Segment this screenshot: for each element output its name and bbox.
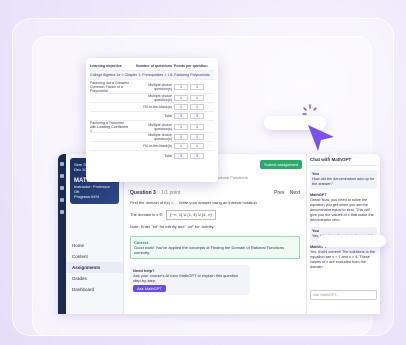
table-row: Factoring out a Greatest Common Factor o… [90, 80, 214, 94]
assignment-builder-table: Learning objective Number of questions P… [86, 58, 218, 182]
chat-message-bot: MathGPT Yes, that's correct! The solutio… [310, 245, 377, 270]
points-input[interactable]: 1 [190, 95, 204, 101]
table-header: Learning objective Number of questions P… [90, 62, 214, 71]
total-label: Total [164, 114, 172, 118]
chat-sender: MathGPT [310, 193, 327, 197]
question-count-input[interactable]: 1 [174, 95, 188, 101]
question-count-input[interactable]: 1 [174, 143, 188, 149]
question-source: Fill-in-the-blank(s) [143, 144, 172, 148]
cursor-pointer-icon [308, 125, 334, 151]
column-header: Number of questions [136, 64, 172, 68]
click-burst-icon [302, 104, 317, 115]
prev-button[interactable]: Prev [274, 190, 284, 196]
floating-pill [318, 235, 386, 247]
home-icon[interactable] [60, 174, 64, 178]
icon-rail [58, 154, 66, 314]
chat-message-text: Great! Now, you need to solve the equati… [310, 198, 374, 222]
course-instructor: Instructor: Professor Ott [74, 184, 111, 194]
question-source: Multiple choice question(s) [148, 82, 172, 91]
points-input[interactable]: 1 [190, 123, 204, 130]
chat-message-text: Yes, that's correct! The solutions to th… [310, 250, 376, 269]
objective-label: Factoring out a Greatest Common Factor o… [90, 80, 129, 93]
table-row: Fill-in-the-blank(s) 1 1 [90, 142, 214, 151]
table-row: Multiple choice question(s) 1 1 [90, 94, 214, 103]
points-input[interactable]: 1 [190, 83, 204, 90]
table-row: Multiple choice question(s) 1 1 [90, 133, 214, 142]
submit-assignment-button[interactable]: Submit assignment [259, 160, 302, 169]
book-icon[interactable] [60, 186, 64, 190]
question-source: Multiple choice question(s) [148, 133, 172, 141]
nav-assignments[interactable]: Assignments [66, 262, 123, 273]
question-count-input[interactable]: 1 [174, 83, 188, 90]
column-header: Points per question [174, 64, 208, 68]
table-row: Fill-in-the-blank(s) 1 1 [90, 103, 214, 112]
group-path: College Algebra 1e > Chapter 1: Prerequi… [90, 73, 210, 77]
chat-message-user: You How did the denominators add up for … [310, 170, 377, 189]
chat-message-bot: MathGPT Great! Now, you need to solve th… [310, 193, 377, 223]
answer-row: The domain is x ∈ (−∞, 1) ∪ (1, 4) ∪ (4,… [130, 210, 300, 220]
chat-panel: Chat with MathGPT You How did the denomi… [306, 154, 380, 314]
question-title: Question 3 1/1 point Prev Next [130, 190, 300, 196]
question-count-input[interactable]: 1 [174, 104, 188, 110]
objective-label: Factoring a Trinomial with Leading Coeff… [90, 120, 129, 133]
nav-home[interactable]: Home [66, 240, 123, 251]
correct-feedback: Correct Good work! You've applied the co… [130, 236, 300, 259]
ask-mathgpt-button[interactable]: Ask MathGPT [133, 285, 166, 292]
nav-content[interactable]: Content [66, 251, 123, 262]
chat-sender: You [312, 229, 319, 233]
answer-note: Note: Enter "inf" for infinity and "-inf… [130, 224, 215, 229]
points-input[interactable]: 1 [190, 104, 204, 110]
answer-label: The domain is x ∈ [130, 212, 163, 217]
help-card: Need help? Ask your course's AI tutor Ma… [130, 265, 250, 295]
table-total-row: Total 3 3 [90, 151, 214, 160]
answer-input[interactable]: (−∞, 1) ∪ (1, 4) ∪ (4, ∞) [165, 210, 216, 220]
question-points: 1/1 point [161, 190, 181, 196]
chat-title: Chat with MathGPT [310, 157, 377, 166]
chat-icon[interactable] [60, 210, 64, 214]
total-label: Total [164, 153, 172, 158]
total-count: 3 [174, 113, 188, 119]
points-input[interactable]: 1 [190, 143, 204, 149]
calendar-icon[interactable] [60, 198, 64, 202]
nav-grades[interactable]: Grades [66, 273, 123, 284]
question-count-input[interactable]: 1 [174, 123, 188, 130]
table-group-heading: College Algebra 1e > Chapter 1: Prerequi… [90, 71, 214, 80]
nav-dashboard[interactable]: Dashboard [66, 284, 123, 295]
chat-sender: You [312, 172, 319, 176]
points-input[interactable]: 1 [190, 134, 204, 140]
question-source: Multiple choice question(s) [148, 122, 172, 131]
question-number: Question 3 [130, 190, 156, 196]
total-points: 3 [190, 152, 204, 159]
logo-icon [60, 162, 64, 166]
question-count-input[interactable]: 1 [174, 134, 188, 140]
question-source: Multiple choice question(s) [148, 94, 172, 102]
column-header: Learning objective [90, 64, 122, 68]
correct-text: Good work! You've applied the concepts o… [134, 245, 284, 255]
chat-input[interactable]: Ask MathGPT... [310, 290, 377, 300]
chat-message-text: How did the denominators add up for the … [312, 177, 375, 186]
course-progress: Progress 64% [74, 194, 100, 199]
question-source: Fill-in-the-blank(s) [143, 105, 172, 109]
question-text: Find the domain of f(x) = ... Write your… [130, 200, 258, 205]
total-points: 3 [190, 113, 204, 119]
next-button[interactable]: Next [290, 190, 300, 196]
total-count: 3 [174, 152, 188, 159]
help-text: Ask your course's AI tutor MathGPT to ex… [133, 273, 239, 283]
table-row: Factoring a Trinomial with Leading Coeff… [90, 121, 214, 133]
